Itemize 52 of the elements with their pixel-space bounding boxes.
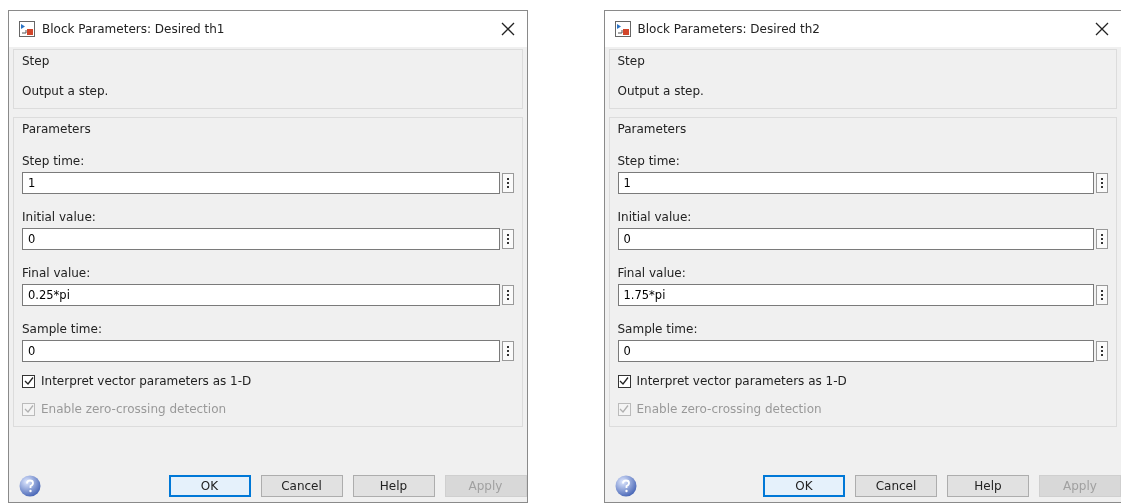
options-button[interactable] [501, 341, 514, 361]
window-title: Block Parameters: Desired th1 [42, 21, 226, 38]
field-label: Sample time: [22, 321, 102, 338]
options-button[interactable] [1096, 173, 1108, 193]
close-icon [500, 22, 515, 36]
input-field[interactable]: 0 [22, 340, 500, 362]
group-legend: Parameters [22, 118, 91, 138]
field-label: Initial value: [22, 209, 96, 226]
checkbox-label: Interpret vector parameters as 1-D [636, 373, 847, 390]
close-icon [1095, 22, 1109, 36]
field-label: Final value: [617, 265, 686, 282]
group-legend: Step [617, 50, 645, 70]
field-label: Sample time: [617, 321, 698, 338]
description-text: Output a step. [617, 83, 705, 100]
input-field[interactable]: 1 [22, 172, 500, 194]
options-button[interactable] [1096, 285, 1108, 305]
dialog-button[interactable]: OK [763, 475, 845, 497]
description-text: Output a step. [22, 83, 110, 100]
close-button[interactable] [500, 22, 515, 36]
options-button[interactable] [1096, 229, 1108, 249]
input-field[interactable]: 0 [22, 228, 500, 250]
field-label: Final value: [22, 265, 91, 282]
help-icon[interactable] [19, 475, 41, 497]
options-button[interactable] [501, 229, 514, 249]
group-legend: Step [22, 50, 50, 70]
input-field[interactable]: 1 [617, 172, 1094, 194]
checkbox-label: Interpret vector parameters as 1-D [41, 373, 252, 390]
window-title: Block Parameters: Desired th2 [637, 21, 821, 38]
group-legend: Parameters [617, 118, 687, 138]
field-label: Step time: [617, 153, 680, 170]
close-button[interactable] [1095, 22, 1109, 36]
dialog-button[interactable]: Help [947, 475, 1029, 497]
input-field[interactable]: 1.75*pi [617, 284, 1094, 306]
checkbox-label: Enable zero-crossing detection [41, 401, 227, 418]
options-button[interactable] [501, 173, 514, 193]
input-field[interactable]: 0 [617, 340, 1094, 362]
checkbox-label: Enable zero-crossing detection [636, 401, 822, 418]
checkbox[interactable] [617, 374, 631, 388]
dialog-button[interactable]: Help [352, 475, 435, 497]
dialog-button[interactable]: Cancel [855, 475, 937, 497]
help-icon[interactable] [614, 475, 637, 497]
block-icon [19, 21, 35, 37]
block-icon [614, 21, 631, 37]
options-button[interactable] [501, 285, 514, 305]
dialog-button[interactable]: OK [168, 475, 251, 497]
input-field[interactable]: 0.25*pi [22, 284, 500, 306]
checkbox[interactable] [22, 374, 35, 388]
options-button[interactable] [1096, 341, 1108, 361]
field-label: Step time: [22, 153, 85, 170]
dialog-button[interactable]: Cancel [260, 475, 343, 497]
input-field[interactable]: 0 [617, 228, 1094, 250]
field-label: Initial value: [617, 209, 692, 226]
